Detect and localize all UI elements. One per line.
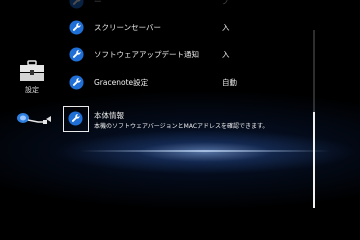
scrollbar[interactable] [313, 30, 315, 208]
wrench-icon [68, 111, 83, 126]
menu-item-software-update-notice[interactable]: ソフトウェアアップデート通知 入 [62, 41, 302, 69]
wrench-icon [69, 20, 84, 35]
category-arrow-icon [46, 116, 51, 122]
scrollbar-thumb[interactable] [313, 112, 315, 208]
wrench-icon [69, 0, 84, 9]
menu-item-label: 本体情報 [94, 111, 124, 120]
menu-item-label: ソフトウェアアップデート通知 [94, 50, 199, 59]
toolbox-icon [20, 60, 44, 81]
category-settings[interactable]: 設定 [14, 60, 50, 95]
menu-item-label: Gracenote設定 [94, 78, 149, 87]
menu-item-description: 本機のソフトウェアバージョンとMACアドレスを確認できます。 [94, 123, 269, 130]
menu-item-label: スクリーンセーバー [94, 23, 162, 32]
menu-item-value: 自動 [222, 78, 237, 87]
menu-item-system-info[interactable]: 本体情報 本機のソフトウェアバージョンとMACアドレスを確認できます。 [62, 106, 302, 134]
menu-item-value: ノ [222, 0, 230, 6]
menu-item-label: ー [94, 0, 102, 6]
wrench-icon [69, 47, 84, 62]
category-label: 設定 [25, 86, 39, 94]
menu-item-value: 入 [222, 50, 230, 59]
menu-item-value: 入 [222, 23, 230, 32]
menu-item-gracenote[interactable]: Gracenote設定 自動 [62, 69, 302, 97]
wrench-icon [69, 75, 84, 90]
menu-item-screensaver[interactable]: スクリーンセーバー 入 [62, 14, 302, 42]
